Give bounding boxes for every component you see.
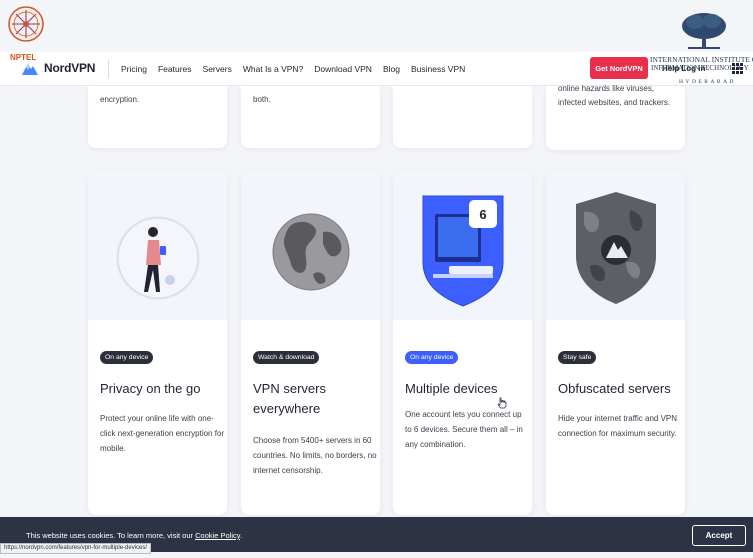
feature-card-obfuscated[interactable]: Stay safe Obfuscated servers Hide your i… xyxy=(546,170,685,515)
camouflage-shield-icon xyxy=(576,192,656,304)
feature-card-top-2: both. xyxy=(241,86,380,148)
card-desc: Protect your online life with one-click … xyxy=(100,414,225,453)
card-badge: Watch & download xyxy=(253,351,320,364)
cookie-suffix: . xyxy=(240,531,243,540)
accept-cookies-button[interactable]: Accept xyxy=(692,525,746,546)
nptel-label: NPTEL xyxy=(10,53,37,62)
feature-card-top-3 xyxy=(393,86,532,148)
feature-card-top-4: online hazards like viruses, infected we… xyxy=(546,84,685,150)
card-desc: One account lets you connect up to 6 dev… xyxy=(405,410,523,449)
nptel-logo xyxy=(8,6,44,42)
nav-link-pricing[interactable]: Pricing xyxy=(121,64,147,74)
iiit-title: INTERNATIONAL INSTITUTE OF xyxy=(650,55,753,64)
nav-link-features[interactable]: Features xyxy=(158,64,192,74)
card-title: Privacy on the go xyxy=(100,381,201,396)
card-desc: both. xyxy=(253,95,271,104)
person-in-bubble-icon xyxy=(116,216,200,300)
card-badge: Stay safe xyxy=(558,351,597,364)
card-badge: On any device xyxy=(405,351,459,364)
device-count-badge: 6 xyxy=(479,206,487,222)
card-illustration xyxy=(241,170,380,320)
feature-card-top-1: encryption. xyxy=(88,86,227,148)
card-title: Multiple devices xyxy=(405,381,498,396)
card-title: Obfuscated servers xyxy=(558,381,671,396)
card-desc: online hazards like viruses, infected we… xyxy=(558,84,671,107)
card-illustration xyxy=(88,170,227,320)
nav-divider xyxy=(108,60,109,78)
nav-link-business-vpn[interactable]: Business VPN xyxy=(411,64,465,74)
feature-card-multiple-devices[interactable]: 6 On any device Multiple devices One acc… xyxy=(393,170,532,515)
brand-name: NordVPN xyxy=(44,61,96,75)
iiit-tree-logo xyxy=(682,13,726,49)
cookie-text: This website uses cookies. To learn more… xyxy=(26,531,242,540)
nav-links: Pricing Features Servers What Is a VPN? … xyxy=(121,52,465,86)
iiit-subtitle: INFORMATION TECHNOLOGY xyxy=(651,64,749,72)
nav-link-blog[interactable]: Blog xyxy=(383,64,400,74)
globe-icon xyxy=(272,213,350,291)
nav-link-download-vpn[interactable]: Download VPN xyxy=(314,64,372,74)
card-desc: Choose from 5400+ servers in 60 countrie… xyxy=(253,436,377,475)
card-desc: Hide your internet traffic and VPN conne… xyxy=(558,414,678,438)
card-title: VPN servers everywhere xyxy=(253,381,326,416)
get-nordvpn-button[interactable]: Get NordVPN xyxy=(590,57,648,79)
card-desc: encryption. xyxy=(100,95,140,104)
devices-shield-icon xyxy=(422,195,504,307)
iiit-city: HYDERABAD xyxy=(679,79,737,85)
feature-card-servers[interactable]: Watch & download VPN servers everywhere … xyxy=(241,170,380,515)
card-badge: On any device xyxy=(100,351,154,364)
status-bar-url: https://nordvpn.com/features/vpn-for-mul… xyxy=(0,543,152,554)
card-illustration xyxy=(546,170,685,320)
cookie-message: This website uses cookies. To learn more… xyxy=(26,531,194,540)
hand-pointer-cursor-icon xyxy=(497,397,507,409)
feature-card-privacy[interactable]: On any device Privacy on the go Protect … xyxy=(88,170,227,515)
card-illustration: 6 xyxy=(393,170,532,320)
nav-link-what-is-vpn[interactable]: What Is a VPN? xyxy=(243,64,303,74)
cookie-policy-link[interactable]: Cookie Policy xyxy=(195,531,240,540)
nav-link-servers[interactable]: Servers xyxy=(203,64,232,74)
